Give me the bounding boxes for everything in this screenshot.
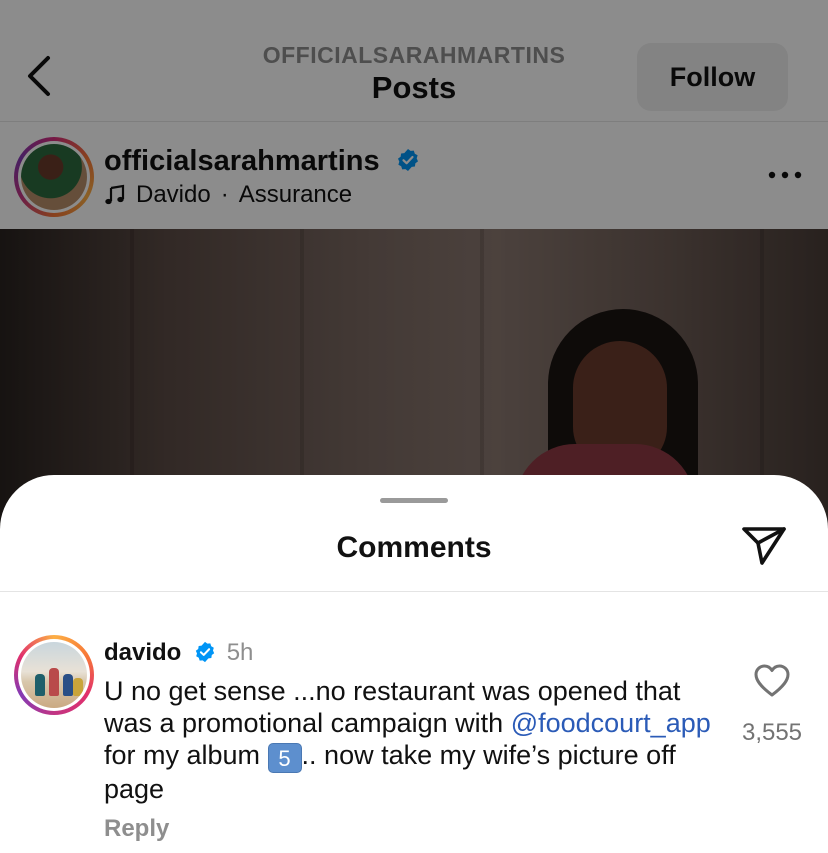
paper-plane-icon[interactable]	[740, 525, 788, 567]
like-count: 3,555	[741, 719, 803, 746]
comment-avatar[interactable]	[14, 635, 94, 715]
comments-sheet: Comments davido 5h U no get sense ...no …	[0, 475, 828, 853]
mention-link[interactable]: @foodcourt_app	[511, 708, 711, 738]
comment-item: davido 5h U no get sense ...no restauran…	[0, 592, 828, 853]
comment-username[interactable]: davido 5h	[104, 639, 253, 667]
heart-icon[interactable]	[754, 664, 790, 698]
verified-badge-icon	[195, 641, 215, 663]
keycap-emoji: 5	[267, 743, 302, 773]
comment-text: U no get sense ...no restaurant was open…	[104, 676, 711, 804]
comment-time: 5h	[226, 639, 254, 666]
reply-button[interactable]: Reply	[104, 815, 169, 843]
sheet-grabber[interactable]	[380, 498, 448, 503]
sheet-title: Comments	[336, 531, 492, 564]
